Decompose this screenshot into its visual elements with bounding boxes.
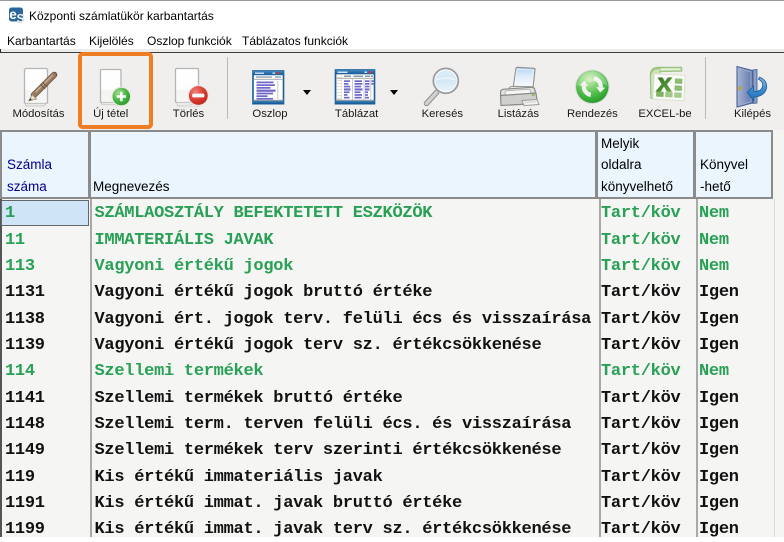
svg-text:S: S <box>17 14 25 24</box>
